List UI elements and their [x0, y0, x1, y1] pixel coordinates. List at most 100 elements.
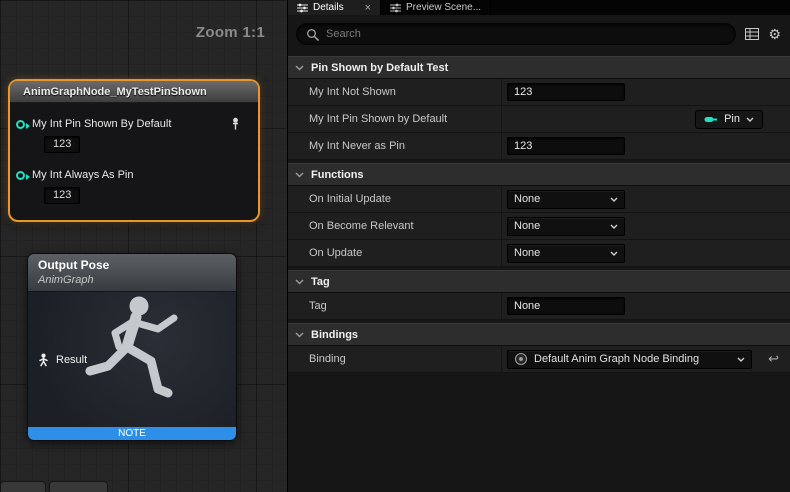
tab-bar: Details × Preview Scene... — [288, 0, 790, 15]
chevron-down-icon — [610, 197, 618, 202]
section-pin-test: Pin Shown by Default Test My Int Not Sho… — [288, 56, 790, 160]
section-header[interactable]: Pin Shown by Default Test — [288, 56, 790, 79]
pushpin-icon[interactable] — [229, 117, 242, 131]
unreal-editor-window: Zoom 1:1 AnimGraphNode_MyTestPinShown My… — [0, 0, 790, 492]
mannequin-thumbnail — [73, 292, 213, 422]
preview-scene-icon — [390, 3, 401, 13]
pin-label: My Int Pin Shown By Default — [32, 118, 171, 130]
display-filter-grid-icon[interactable] — [745, 28, 759, 40]
row-binding: Binding Default Anim Graph Node Binding … — [288, 346, 790, 373]
property-value-cell: None — [501, 240, 790, 266]
pin-visibility-dropdown-button[interactable]: Pin — [695, 110, 763, 129]
int-input-pin[interactable] — [16, 171, 25, 180]
search-row: ⚙ — [288, 15, 790, 53]
section-tag: Tag Tag — [288, 270, 790, 320]
note-bar: NOTE — [28, 427, 236, 440]
chevron-down-icon — [295, 279, 304, 285]
node-body: My Int Pin Shown By Default 123 My Int A… — [10, 103, 258, 220]
tab-label: Details — [313, 2, 344, 13]
section-title: Tag — [311, 276, 330, 288]
section-header[interactable]: Tag — [288, 270, 790, 293]
section-functions: Functions On Initial Update None On Beco… — [288, 163, 790, 267]
section-title: Pin Shown by Default Test — [311, 62, 448, 74]
property-value-cell: None — [501, 186, 790, 212]
property-label: My Int Never as Pin — [288, 140, 501, 152]
dropdown-value: None — [514, 247, 540, 259]
row-on-become-relevant: On Become Relevant None — [288, 213, 790, 240]
on-update-dropdown[interactable]: None — [507, 244, 625, 263]
pin-default-value[interactable]: 123 — [44, 136, 80, 153]
section-title: Bindings — [311, 329, 358, 341]
property-label: My Int Pin Shown by Default — [288, 113, 501, 125]
gear-icon[interactable]: ⚙ — [768, 27, 781, 41]
tag-input[interactable] — [507, 297, 625, 315]
anim-graph-canvas[interactable]: Zoom 1:1 AnimGraphNode_MyTestPinShown My… — [0, 0, 287, 492]
tab-details[interactable]: Details × — [288, 0, 381, 15]
row-on-initial-update: On Initial Update None — [288, 186, 790, 213]
search-icon — [306, 28, 319, 41]
pin-label: My Int Always As Pin — [32, 169, 133, 181]
section-title: Functions — [311, 169, 364, 181]
section-header[interactable]: Bindings — [288, 323, 790, 346]
pin-button-label: Pin — [724, 113, 740, 125]
binding-dropdown[interactable]: Default Anim Graph Node Binding — [507, 350, 752, 369]
section-header[interactable]: Functions — [288, 163, 790, 186]
property-value-cell — [501, 79, 790, 105]
chevron-down-icon — [610, 224, 618, 229]
property-value-cell: Pin — [501, 106, 790, 132]
row-my-int-pin-shown-by-default: My Int Pin Shown by Default Pin — [288, 106, 790, 133]
row-my-int-not-shown: My Int Not Shown — [288, 79, 790, 106]
row-my-int-never-as-pin: My Int Never as Pin — [288, 133, 790, 160]
details-panel: Details × Preview Scene... — [287, 0, 790, 492]
zoom-level-label: Zoom 1:1 — [196, 24, 265, 41]
anim-graph-test-node[interactable]: AnimGraphNode_MyTestPinShown My Int Pin … — [8, 79, 260, 222]
pin-default-value[interactable]: 123 — [44, 187, 80, 204]
node-title: Output Pose — [38, 258, 226, 273]
row-on-update: On Update None — [288, 240, 790, 267]
partial-node[interactable] — [49, 481, 108, 492]
my-int-never-as-pin-input[interactable] — [507, 137, 625, 155]
chevron-down-icon — [295, 65, 304, 71]
row-tag: Tag — [288, 293, 790, 320]
my-int-not-shown-input[interactable] — [507, 83, 625, 101]
result-pin-row: Result — [37, 353, 87, 367]
pose-result-icon[interactable] — [37, 353, 50, 367]
property-label: Binding — [288, 353, 501, 365]
binding-icon — [514, 352, 528, 366]
output-pose-node[interactable]: Output Pose AnimGraph Result — [27, 253, 237, 441]
property-label: My Int Not Shown — [288, 86, 501, 98]
chevron-down-icon — [295, 332, 304, 338]
tab-preview-scene[interactable]: Preview Scene... — [381, 0, 491, 15]
pin-icon — [704, 115, 718, 124]
property-value-cell — [501, 293, 790, 319]
property-label: On Initial Update — [288, 193, 501, 205]
partial-node[interactable] — [0, 481, 46, 492]
chevron-down-icon — [610, 251, 618, 256]
node-title: AnimGraphNode_MyTestPinShown — [10, 81, 258, 103]
on-become-relevant-dropdown[interactable]: None — [507, 217, 625, 236]
reset-to-default-icon[interactable]: ↩ — [768, 351, 779, 367]
chevron-down-icon — [746, 117, 754, 122]
property-label: On Become Relevant — [288, 220, 501, 232]
details-sliders-icon — [297, 3, 308, 13]
tab-label: Preview Scene... — [406, 2, 481, 13]
on-initial-update-dropdown[interactable]: None — [507, 190, 625, 209]
node-subtitle: AnimGraph — [38, 273, 226, 287]
close-icon[interactable]: × — [365, 3, 371, 13]
property-value-cell: Default Anim Graph Node Binding ↩ — [501, 346, 790, 372]
search-input[interactable] — [326, 28, 726, 40]
pin-row-always-as-pin: My Int Always As Pin — [14, 167, 250, 183]
property-value-cell: None — [501, 213, 790, 239]
result-pin-label: Result — [56, 354, 87, 366]
search-box[interactable] — [296, 23, 736, 45]
dropdown-value: None — [514, 193, 540, 205]
chevron-down-icon — [295, 172, 304, 178]
chevron-down-icon — [737, 357, 745, 362]
int-input-pin[interactable] — [16, 120, 25, 129]
dropdown-value: Default Anim Graph Node Binding — [534, 353, 699, 365]
property-label: On Update — [288, 247, 501, 259]
property-value-cell — [501, 133, 790, 159]
node-header: Output Pose AnimGraph — [28, 254, 236, 292]
property-label: Tag — [288, 300, 501, 312]
pin-row-shown-by-default: My Int Pin Shown By Default — [14, 116, 250, 132]
